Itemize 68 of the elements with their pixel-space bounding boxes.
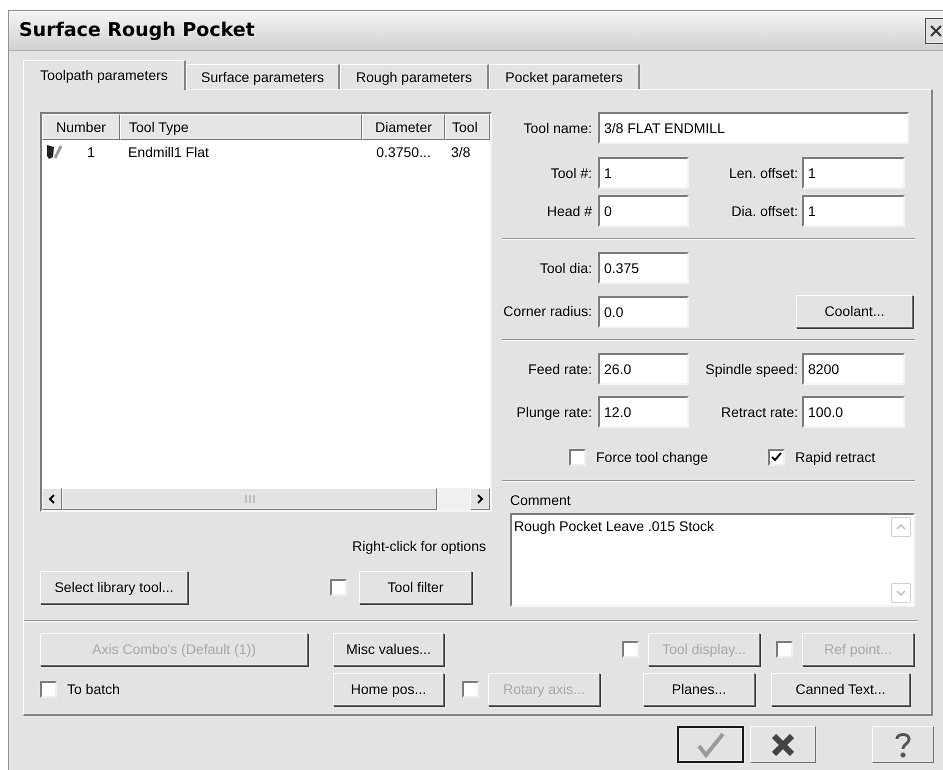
checkbox[interactable] (330, 579, 347, 596)
tab[interactable]: Rough parameters (340, 64, 489, 89)
input-field[interactable]: 0.0 (598, 296, 689, 328)
tab[interactable]: Pocket parameters (489, 64, 640, 89)
field-label: Len. offset: (728, 164, 799, 182)
field-label: Tool #: (550, 164, 593, 182)
input-field[interactable]: 12.0 (598, 396, 689, 428)
column-header[interactable]: Diameter (362, 114, 445, 140)
chevron-left-icon (48, 494, 56, 504)
close-button[interactable] (925, 18, 943, 44)
button[interactable]: Planes... (643, 672, 755, 706)
button[interactable]: Home pos... (333, 672, 444, 706)
chevron-up-icon (896, 524, 906, 530)
table-cell-text: 3/8 (450, 142, 472, 162)
tool-icon (46, 144, 62, 160)
button[interactable]: Tool filter (359, 571, 472, 604)
table-cell-text: 0.3750... (375, 142, 432, 162)
checkbox-label: Rapid retract (795, 448, 876, 467)
checkbox-label: To batch (67, 680, 120, 698)
button[interactable]: Misc values... (333, 632, 444, 666)
input-field[interactable]: 1 (802, 157, 905, 189)
help-button[interactable] (872, 726, 934, 763)
checkbox-label: Force tool change (596, 448, 708, 467)
field-label: Tool name: (522, 118, 593, 138)
button[interactable]: Canned Text... (771, 672, 910, 706)
button[interactable]: Select library tool... (40, 571, 188, 604)
field-label: Feed rate: (527, 360, 593, 378)
column-header[interactable]: Tool (445, 114, 490, 140)
cancel-button[interactable] (750, 726, 816, 763)
column-header[interactable]: Number (42, 114, 120, 140)
field-label: Retract rate: (720, 402, 799, 422)
horizontal-scrollbar[interactable] (42, 488, 490, 510)
input-field[interactable]: 0 (598, 195, 689, 227)
table-cell-text: 1 (86, 142, 96, 162)
window-title: Surface Rough Pocket (19, 18, 255, 44)
input-field[interactable]: 1 (598, 157, 689, 189)
scroll-left-button[interactable] (42, 488, 62, 510)
field-label: Corner radius: (502, 302, 593, 321)
field-label: Spindle speed: (704, 360, 799, 379)
field-label: Plunge rate: (516, 402, 593, 422)
checkbox[interactable] (40, 680, 57, 698)
input-field[interactable]: 1 (802, 195, 905, 227)
input-field[interactable]: 100.0 (802, 396, 905, 428)
button[interactable]: Coolant... (796, 295, 913, 328)
input-field[interactable]: 3/8 FLAT ENDMILL (598, 112, 909, 144)
field-label: Dia. offset: (730, 202, 799, 220)
scroll-right-button[interactable] (470, 488, 490, 510)
chevron-right-icon (476, 494, 484, 504)
input-field[interactable]: 26.0 (598, 353, 689, 385)
field-label: Head # (546, 202, 593, 220)
field-label: Tool dia: (538, 258, 593, 278)
tab[interactable]: Surface parameters (186, 64, 340, 89)
x-icon (770, 732, 796, 756)
input-field[interactable]: 0.375 (598, 252, 689, 284)
question-mark-icon (893, 730, 913, 758)
comment-label: Comment (510, 491, 571, 510)
ok-button[interactable] (677, 726, 744, 763)
checkbox[interactable] (569, 448, 586, 466)
column-header[interactable]: Tool Type (120, 114, 362, 140)
input-field[interactable]: 8200 (802, 353, 905, 385)
hint-text: Right-click for options (352, 537, 486, 556)
tab[interactable]: Toolpath parameters (23, 60, 186, 90)
checkbox[interactable] (768, 448, 786, 466)
chevron-down-icon (896, 590, 906, 596)
close-icon (929, 24, 943, 38)
checkmark-icon (696, 730, 726, 758)
table-cell-text: Endmill1 Flat (127, 142, 210, 162)
scroll-thumb[interactable] (62, 488, 437, 510)
